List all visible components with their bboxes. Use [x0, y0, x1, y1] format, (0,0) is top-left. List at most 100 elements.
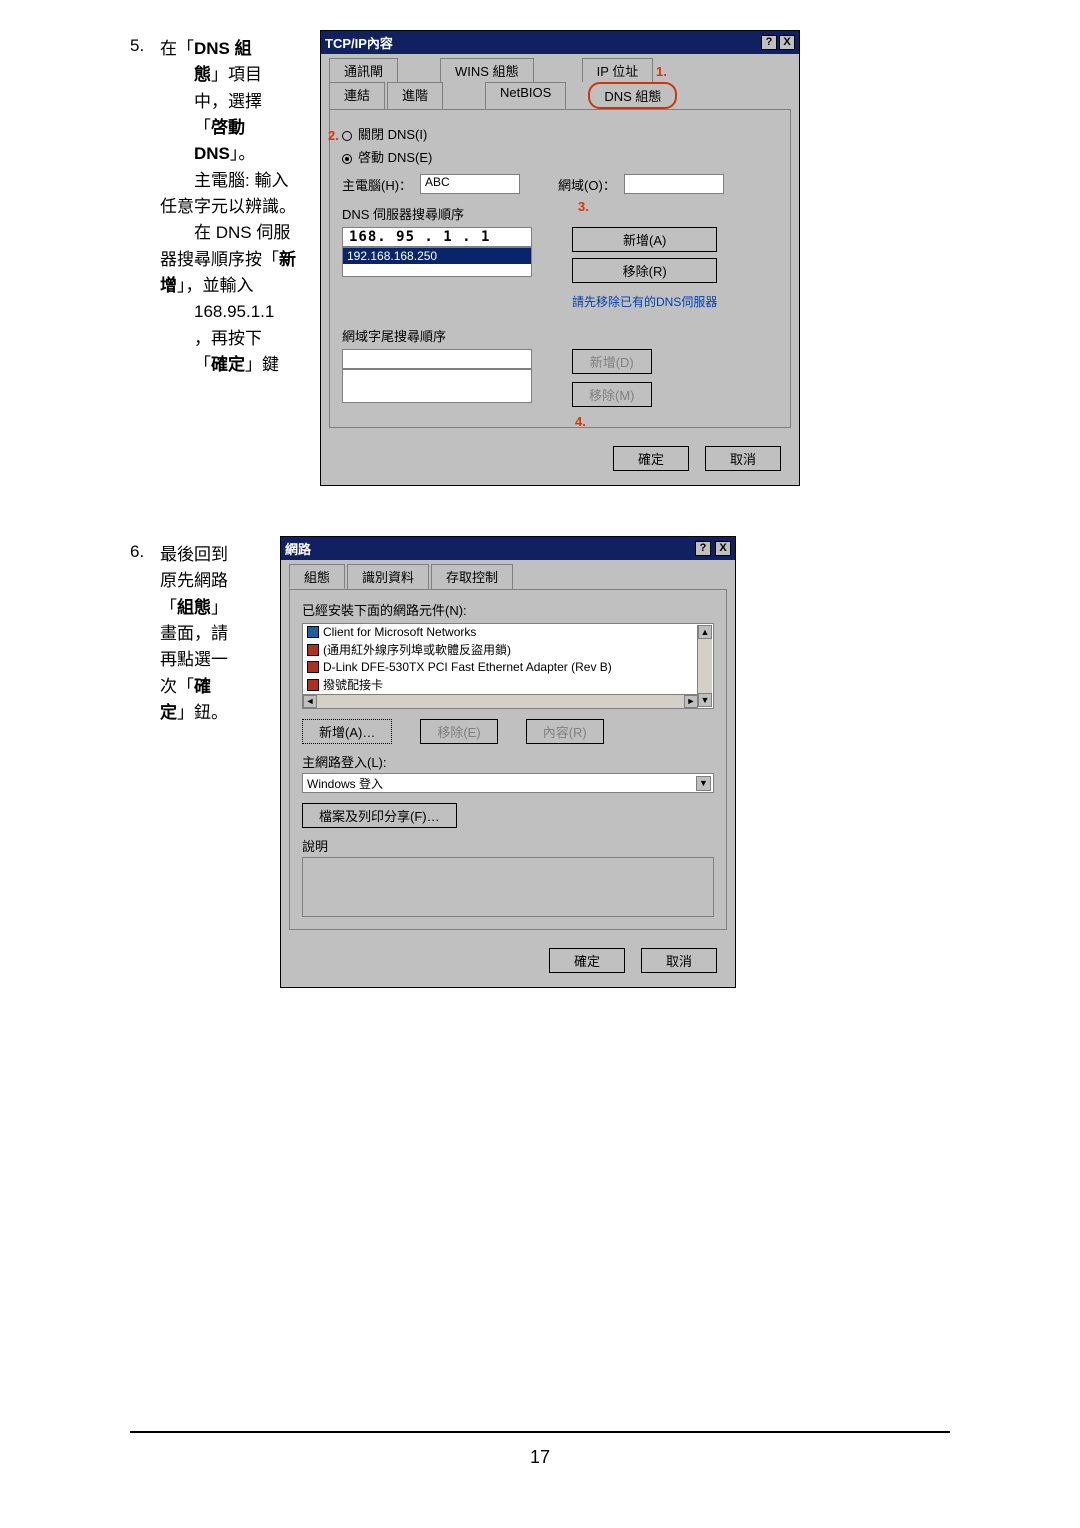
domain-input[interactable]	[624, 174, 724, 194]
chevron-right-icon[interactable]: ►	[684, 695, 698, 708]
chevron-up-icon[interactable]: ▲	[698, 625, 712, 639]
add-button[interactable]: 新增(A)…	[302, 719, 392, 744]
radio-dns-off[interactable]: 關閉 DNS(I)	[342, 124, 778, 143]
t: 態	[194, 65, 211, 84]
chevron-left-icon[interactable]: ◄	[303, 695, 317, 708]
list-item[interactable]: D-Link DFE-530TX PCI Fast Ethernet Adapt…	[303, 659, 713, 675]
tab-netbios[interactable]: NetBIOS	[485, 82, 566, 109]
primary-logon-combo[interactable]: Windows 登入 ▼	[302, 773, 714, 793]
step6-text: 最後回到 原先網路 「組態」 畫面，請 再點選一 次「確 定」鈕。	[160, 536, 280, 726]
dns-list-item[interactable]: 192.168.168.250	[343, 248, 531, 264]
description-label: 說明	[302, 836, 714, 855]
annotation-2: 2.	[328, 128, 339, 143]
list-item[interactable]: (通用紅外線序列埠或軟體反盜用鎖)	[303, 640, 713, 659]
chevron-down-icon[interactable]: ▼	[698, 693, 712, 707]
t: ，再按下	[194, 329, 262, 348]
t: 主電腦: 輸入	[194, 171, 288, 190]
t: 組態	[177, 598, 211, 617]
t: 原先網路	[160, 571, 228, 590]
client-icon	[307, 626, 319, 638]
close-icon[interactable]: X	[715, 541, 731, 556]
step6-number: 6.	[130, 536, 160, 562]
list-item[interactable]: 撥號配接卡	[303, 675, 713, 694]
t: DNS 組	[194, 39, 252, 58]
t: DNS	[194, 144, 230, 163]
step5-number: 5.	[130, 30, 160, 56]
dns-add-button[interactable]: 新增(A)	[572, 227, 717, 252]
t: 畫面，請	[160, 624, 228, 643]
titlebar: 網路 ? X	[281, 537, 735, 560]
annotation-4: 4.	[575, 414, 586, 429]
tab-advanced[interactable]: 進階	[387, 82, 443, 109]
t: 」	[211, 598, 228, 617]
list-item[interactable]: Client for Microsoft Networks	[303, 624, 713, 640]
tab-bindings[interactable]: 連結	[329, 82, 385, 109]
suffix-remove-button[interactable]: 移除(M)	[572, 382, 652, 407]
dns-remove-note: 請先移除已有的DNS伺服器	[572, 293, 717, 310]
scrollbar-vertical[interactable]: ▲▼	[697, 625, 712, 707]
t: 再點選一	[160, 650, 228, 669]
dns-remove-button[interactable]: 移除(R)	[572, 258, 717, 283]
t: 「	[160, 598, 177, 617]
remove-button[interactable]: 移除(E)	[420, 719, 497, 744]
cancel-button[interactable]: 取消	[641, 948, 717, 973]
combo-value: Windows 登入	[307, 775, 383, 792]
t: 確定	[211, 355, 245, 374]
titlebar: TCP/IP內容 ? X	[321, 31, 799, 54]
t: 在「	[160, 39, 194, 58]
tab-gateway[interactable]: 通訊閘	[329, 58, 398, 82]
host-input[interactable]: ABC	[420, 174, 520, 194]
t: 」，並輸入	[177, 276, 254, 295]
scrollbar-horizontal[interactable]: ◄►	[303, 694, 698, 708]
tab-dns[interactable]: DNS 組態	[588, 82, 677, 109]
cancel-button[interactable]: 取消	[705, 446, 781, 471]
t: 「	[194, 355, 211, 374]
description-box	[302, 857, 714, 917]
suffix-input[interactable]	[342, 349, 532, 369]
t: 定	[160, 703, 177, 722]
step5-text: 在「DNS 組 態」項目 中，選擇 「 啓動 DNS」。 主電腦: 輸入 任意字元…	[160, 30, 320, 378]
t: 中，選擇	[194, 92, 262, 111]
help-icon[interactable]: ?	[695, 541, 711, 556]
dns-order-label: DNS 伺服器搜尋順序	[342, 204, 778, 223]
dns-tabpanel: 2. 關閉 DNS(I) 啓動 DNS(E) 主電腦(H)： ABC 網域(O)…	[329, 109, 791, 428]
t: 」。	[230, 144, 256, 163]
properties-button[interactable]: 內容(R)	[526, 719, 604, 744]
ok-button[interactable]: 確定	[549, 948, 625, 973]
network-dialog: 網路 ? X 組態 識別資料 存取控制 已經安裝下面的網路元件(N): Clie…	[280, 536, 736, 988]
chevron-down-icon[interactable]: ▼	[696, 776, 711, 791]
config-tabpanel: 已經安裝下面的網路元件(N): Client for Microsoft Net…	[289, 589, 727, 930]
radio-icon	[342, 154, 352, 164]
t: 啓動	[211, 118, 245, 137]
label: (通用紅外線序列埠或軟體反盜用鎖)	[323, 641, 511, 658]
t: 」項目	[211, 65, 262, 84]
suffix-listbox[interactable]	[342, 369, 532, 403]
ok-button[interactable]: 確定	[613, 446, 689, 471]
tab-ip[interactable]: IP 位址	[582, 58, 654, 82]
primary-logon-label: 主網路登入(L):	[302, 752, 714, 771]
dns-ip-input[interactable]: 168. 95 . 1 . 1	[342, 227, 532, 247]
adapter-icon	[307, 644, 319, 656]
adapter-icon	[307, 661, 319, 673]
label: 關閉 DNS(I)	[358, 127, 427, 142]
label: Client for Microsoft Networks	[323, 625, 476, 639]
tab-config[interactable]: 組態	[289, 564, 345, 589]
tab-wins[interactable]: WINS 組態	[440, 58, 534, 82]
t: 確	[194, 677, 211, 696]
t: 最後回到	[160, 545, 228, 564]
dns-listbox[interactable]: 192.168.168.250	[342, 247, 532, 277]
tab-identify[interactable]: 識別資料	[347, 564, 429, 589]
t: 次「	[160, 677, 194, 696]
suffix-add-button[interactable]: 新增(D)	[572, 349, 652, 374]
page-footer: 17	[130, 1431, 950, 1468]
close-icon[interactable]: X	[779, 35, 795, 50]
installed-label: 已經安裝下面的網路元件(N):	[302, 600, 714, 619]
tab-access[interactable]: 存取控制	[431, 564, 513, 589]
t: 任意字元以辨識。	[160, 197, 296, 216]
help-icon[interactable]: ?	[761, 35, 777, 50]
radio-dns-on[interactable]: 啓動 DNS(E)	[342, 147, 778, 166]
components-listbox[interactable]: Client for Microsoft Networks (通用紅外線序列埠或…	[302, 623, 714, 709]
file-print-share-button[interactable]: 檔案及列印分享(F)…	[302, 803, 457, 828]
tcpip-dialog: TCP/IP內容 ? X 通訊閘 WINS 組態 IP 位址 連結 進階 Net…	[320, 30, 800, 486]
t: 增	[160, 276, 177, 295]
